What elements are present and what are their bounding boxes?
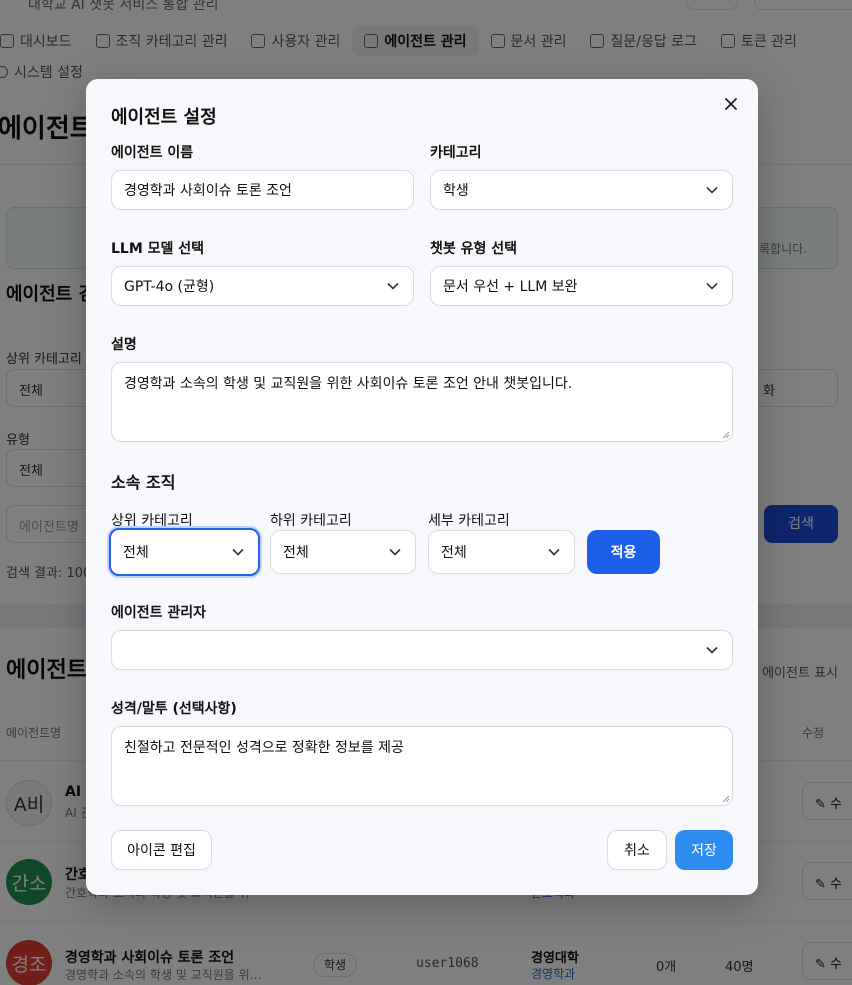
- chevron-down-icon: [387, 544, 403, 560]
- lower-category-value: 전체: [283, 545, 309, 561]
- bot-type-value: 문서 우선 + LLM 보완: [443, 279, 578, 295]
- agent-name-input[interactable]: 경영학과 사회이슈 토론 조언: [111, 170, 414, 210]
- llm-select[interactable]: GPT-4o (균형): [111, 266, 414, 306]
- icon-edit-button[interactable]: 아이콘 편집: [111, 830, 212, 870]
- lower-category-select[interactable]: 전체: [270, 530, 416, 574]
- chevron-down-icon: [230, 544, 246, 560]
- persona-value: 친절하고 전문적인 성격으로 정확한 정보를 제공: [124, 740, 404, 756]
- category-select[interactable]: 학생: [430, 170, 733, 210]
- llm-label: LLM 모델 선택: [111, 241, 205, 257]
- chevron-down-icon: [704, 182, 720, 198]
- description-value: 경영학과 소속의 학생 및 교직원을 위한 사회이슈 토론 조언 안내 챗봇입니…: [124, 376, 573, 392]
- upper-category-value: 전체: [123, 545, 149, 561]
- description-textarea[interactable]: 경영학과 소속의 학생 및 교직원을 위한 사회이슈 토론 조언 안내 챗봇입니…: [111, 362, 733, 442]
- detail-category-label: 세부 카테고리: [428, 513, 510, 529]
- persona-textarea[interactable]: 친절하고 전문적인 성격으로 정확한 정보를 제공: [111, 726, 733, 806]
- upper-category-select[interactable]: 전체: [109, 528, 260, 576]
- detail-category-select[interactable]: 전체: [428, 530, 575, 574]
- upper-category-label: 상위 카테고리: [111, 513, 193, 529]
- dialog-title: 에이전트 설정: [111, 107, 217, 128]
- org-section-title: 소속 조직: [111, 473, 176, 492]
- lower-category-label: 하위 카테고리: [270, 513, 352, 529]
- bot-type-label: 챗봇 유형 선택: [430, 241, 518, 257]
- llm-value: GPT-4o (균형): [124, 279, 215, 295]
- cancel-button[interactable]: 취소: [607, 830, 667, 870]
- detail-category-value: 전체: [441, 545, 467, 561]
- resize-grip-icon[interactable]: [720, 429, 730, 439]
- category-label: 카테고리: [430, 145, 482, 161]
- resize-grip-icon[interactable]: [720, 793, 730, 803]
- description-label: 설명: [111, 337, 137, 353]
- agent-settings-dialog: 에이전트 설정 에이전트 이름 경영학과 사회이슈 토론 조언 카테고리 학생 …: [86, 79, 758, 895]
- manager-label: 에이전트 관리자: [111, 605, 207, 621]
- agent-name-value: 경영학과 사회이슈 토론 조언: [124, 183, 292, 199]
- persona-label: 성격/말투 (선택사항): [111, 701, 237, 717]
- manager-select[interactable]: [111, 630, 733, 670]
- chevron-down-icon: [546, 544, 562, 560]
- close-button[interactable]: [720, 93, 742, 115]
- chevron-down-icon: [704, 642, 720, 658]
- chevron-down-icon: [385, 278, 401, 294]
- name-label: 에이전트 이름: [111, 145, 194, 161]
- save-button[interactable]: 저장: [675, 830, 733, 870]
- chevron-down-icon: [704, 278, 720, 294]
- bot-type-select[interactable]: 문서 우선 + LLM 보완: [430, 266, 733, 306]
- close-icon: [725, 98, 737, 110]
- category-value: 학생: [443, 183, 469, 199]
- apply-button[interactable]: 적용: [587, 530, 660, 574]
